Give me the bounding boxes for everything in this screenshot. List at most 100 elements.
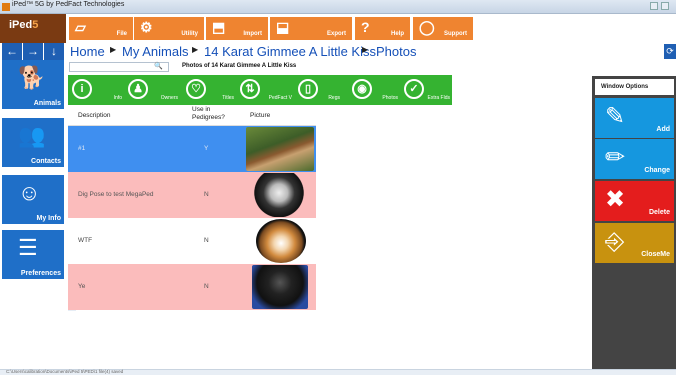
regs-button-label: Regs <box>328 95 340 101</box>
column-header-description[interactable]: Description <box>78 112 111 120</box>
page-title: Photos of 14 Karat Gimmee A Little Kiss <box>182 63 297 69</box>
titles-button[interactable]: ♡ Titles <box>182 75 236 105</box>
column-header-use-in-pedigrees[interactable]: Use in Pedigrees? <box>192 106 244 122</box>
logo-suffix: 5 <box>32 19 39 31</box>
info-button[interactable]: i Info <box>68 75 124 105</box>
delete-button[interactable]: ✖ Delete <box>595 181 674 221</box>
export-button[interactable]: ⬓ Export <box>270 17 352 40</box>
status-text: C:\Users\calibration\Documents\iPed 5\PE… <box>6 369 124 374</box>
photos-button-label: Photos <box>382 95 398 101</box>
app-icon <box>2 3 10 11</box>
help-button-label: Help <box>390 31 404 37</box>
file-button-label: File <box>116 31 127 37</box>
sidebar-item-animals[interactable]: 🐕 Animals <box>2 60 64 109</box>
breadcrumb-separator-icon: ▶ <box>192 45 199 54</box>
pedfact-button-label: PedFact V <box>268 95 292 101</box>
restore-icon[interactable] <box>661 2 669 10</box>
sidebar-item-my-info[interactable]: ☺ My Info <box>2 175 64 224</box>
cell-use-in-pedigrees: N <box>204 191 209 198</box>
add-button-label: Add <box>656 126 670 133</box>
delete-button-label: Delete <box>648 209 670 216</box>
change-button[interactable]: ✏ Change <box>595 139 674 179</box>
titles-button-label: Titles <box>222 95 234 101</box>
sidebar-item-contacts[interactable]: 👥 Contacts <box>2 118 64 167</box>
breadcrumb-separator-icon: ▶ <box>110 45 117 54</box>
titles-icon: ♡ <box>186 79 206 99</box>
breadcrumb-my-animals[interactable]: My Animals <box>122 43 188 60</box>
table-row[interactable]: #1 Y <box>68 126 316 172</box>
breadcrumb-animal[interactable]: 14 Karat Gimmee A Little Kiss <box>204 43 376 60</box>
table-row[interactable]: Ye N <box>68 264 316 310</box>
people-icon: 👥 <box>18 123 46 148</box>
export-button-label: Export <box>326 31 346 37</box>
dog-photo-australian-shepherd[interactable] <box>246 127 314 171</box>
pedfact-icon: ⇅ <box>240 79 260 99</box>
window-options-panel: Window Options ✎ Add ✏ Change ✖ Delete ⎆… <box>592 76 676 369</box>
cell-description: Ye <box>78 283 86 290</box>
question-icon: ? <box>361 19 370 35</box>
title-bar: iPed™ 5G by PedFact Technologies <box>0 0 676 14</box>
cell-description: Dig Pose to test MegaPed <box>78 191 154 198</box>
info-button-label: Info <box>113 95 122 101</box>
app-logo: iPed5 <box>0 14 66 43</box>
dog-photo-shih-tzu[interactable] <box>254 173 304 217</box>
close-me-button-label: CloseMe <box>641 251 670 258</box>
dog-photo-black-dog[interactable] <box>252 265 308 309</box>
file-button[interactable]: ▱ File <box>69 17 133 40</box>
breadcrumb-separator-icon: ▶ <box>362 45 369 54</box>
breadcrumb-photos[interactable]: Photos <box>376 43 416 60</box>
add-icon: ✎ <box>605 103 626 130</box>
info-icon: i <box>72 79 92 99</box>
support-button-label: Support <box>444 31 467 37</box>
down-arrow-icon[interactable]: ↓ <box>44 43 64 60</box>
import-button-label: Import <box>243 31 262 37</box>
search-icon[interactable]: 🔍 <box>154 62 163 70</box>
table-header: Description Use in Pedigrees? Picture <box>68 105 316 126</box>
export-icon: ⬓ <box>276 19 290 35</box>
forward-arrow-icon[interactable]: → <box>23 43 43 60</box>
owners-button[interactable]: ♟ Owners <box>124 75 180 105</box>
delete-icon: ✖ <box>605 186 626 213</box>
sidebar-item-label: Preferences <box>20 270 61 277</box>
regs-icon: ▯ <box>298 79 318 99</box>
gear-icon: ⚙ <box>140 19 153 35</box>
dog-photo-corgi[interactable] <box>256 219 306 263</box>
owners-button-label: Owners <box>160 95 178 101</box>
extra-fields-button-label: Extra Flds <box>427 95 450 101</box>
camera-icon: ◉ <box>352 79 372 99</box>
change-button-label: Change <box>644 167 670 174</box>
back-arrow-icon[interactable]: ← <box>2 43 22 60</box>
help-button[interactable]: ? Help <box>355 17 410 40</box>
column-header-picture[interactable]: Picture <box>250 112 270 120</box>
regs-button[interactable]: ▯ Regs <box>294 75 342 105</box>
preferences-icon: ☰ <box>18 235 38 260</box>
support-button[interactable]: ◯ Support <box>413 17 473 40</box>
refresh-icon[interactable]: ⟳ <box>664 44 676 59</box>
utility-button[interactable]: ⚙ Utility <box>134 17 204 40</box>
import-icon: ⬒ <box>212 19 226 35</box>
menu-bar: ▱ File ⚙ Utility ⬒ Import ⬓ Export ? Hel… <box>66 14 676 43</box>
pencil-icon: ✏ <box>605 144 626 171</box>
minimize-icon[interactable] <box>650 2 658 10</box>
window-title: iPed™ 5G by PedFact Technologies <box>12 1 125 8</box>
sidebar-item-preferences[interactable]: ☰ Preferences <box>2 230 64 279</box>
logo-brand: iPed <box>9 19 33 31</box>
cell-use-in-pedigrees: Y <box>204 145 209 152</box>
owners-icon: ♟ <box>128 79 148 99</box>
add-button[interactable]: ✎ Add <box>595 98 674 138</box>
utility-button-label: Utility <box>181 31 198 37</box>
cell-description: #1 <box>78 145 86 152</box>
breadcrumb-home[interactable]: Home <box>70 43 105 60</box>
close-me-button[interactable]: ⎆ CloseMe <box>595 223 674 263</box>
status-bar: C:\Users\calibration\Documents\iPed 5\PE… <box>0 369 676 375</box>
table-row[interactable]: Dig Pose to test MegaPed N <box>68 172 316 218</box>
import-button[interactable]: ⬒ Import <box>206 17 268 40</box>
sidebar-item-label: Animals <box>33 100 61 107</box>
person-icon: ☺ <box>18 180 41 205</box>
sidebar-item-label: My Info <box>36 215 62 222</box>
photos-button[interactable]: ◉ Photos <box>348 75 400 105</box>
table-row[interactable]: WTF N <box>68 218 316 264</box>
folder-icon: ▱ <box>75 19 86 35</box>
window-options-title: Window Options <box>595 79 674 95</box>
extra-fields-button[interactable]: ✓ Extra Flds <box>400 75 452 105</box>
